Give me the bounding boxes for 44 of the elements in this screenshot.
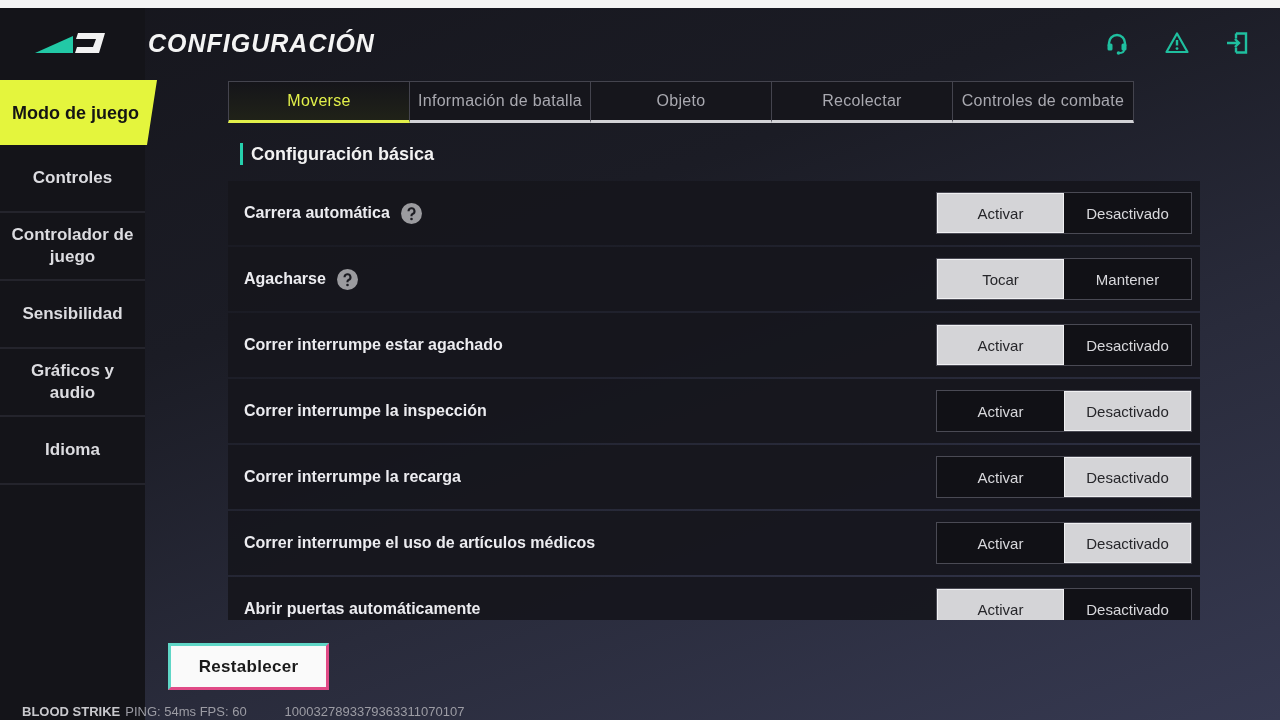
toggle-option[interactable]: Desactivado	[1064, 523, 1191, 563]
tab[interactable]: Controles de combate	[953, 81, 1134, 123]
section-heading: Configuración básica	[240, 143, 435, 165]
tab[interactable]: Objeto	[591, 81, 772, 123]
toggle-option[interactable]: Desactivado	[1064, 589, 1191, 620]
headset-icon[interactable]	[1105, 31, 1129, 55]
setting-label: Correr interrumpe la inspección	[244, 402, 487, 420]
game-name: BLOOD STRIKE	[22, 703, 121, 719]
game-logo	[35, 31, 105, 55]
sidebar-item[interactable]: Sensibilidad	[0, 281, 145, 349]
exit-icon[interactable]	[1225, 31, 1249, 55]
toggle-option[interactable]: Mantener	[1064, 259, 1191, 299]
tab[interactable]: Recolectar	[772, 81, 953, 123]
toggle-option[interactable]: Activar	[937, 325, 1064, 365]
toggle-option[interactable]: Activar	[937, 523, 1064, 563]
sidebar-item[interactable]: Controlador de juego	[0, 213, 145, 281]
setting-label: Abrir puertas automáticamente	[244, 600, 481, 618]
network-stats: PING: 54ms FPS: 60	[125, 703, 247, 719]
tab[interactable]: Información de batalla	[410, 81, 591, 123]
setting-label: Correr interrumpe la recarga	[244, 468, 461, 486]
sidebar-item[interactable]: Modo de juego	[0, 80, 157, 145]
toggle-option[interactable]: Desactivado	[1064, 325, 1191, 365]
tab[interactable]: Moverse	[228, 81, 410, 123]
toggle-option[interactable]: Activar	[937, 193, 1064, 233]
setting-label: Carrera automática	[244, 204, 390, 222]
toggle-option[interactable]: Desactivado	[1064, 391, 1191, 431]
player-id: 1000327893379363311070107	[284, 703, 465, 719]
toggle-option[interactable]: Activar	[937, 457, 1064, 497]
setting-label: Correr interrumpe estar agachado	[244, 336, 503, 354]
page-title: CONFIGURACIÓN	[148, 28, 375, 58]
sidebar-item[interactable]: Controles	[0, 145, 145, 213]
reset-button[interactable]: Restablecer	[168, 643, 329, 690]
sidebar-item[interactable]: Idioma	[0, 417, 145, 485]
toggle-option[interactable]: Desactivado	[1064, 193, 1191, 233]
sidebar-item[interactable]: Gráficos y audio	[0, 349, 145, 417]
setting-label: Correr interrumpe el uso de artículos médicos	[244, 534, 596, 552]
toggle-option[interactable]: Activar	[937, 391, 1064, 431]
toggle-option[interactable]: Desactivado	[1064, 457, 1191, 497]
help-icon[interactable]	[336, 268, 358, 290]
setting-label: Agacharse	[244, 270, 326, 288]
toggle-option[interactable]: Tocar	[937, 259, 1064, 299]
warning-icon[interactable]	[1165, 31, 1189, 55]
toggle-option[interactable]: Activar	[937, 589, 1064, 620]
help-icon[interactable]	[400, 202, 422, 224]
